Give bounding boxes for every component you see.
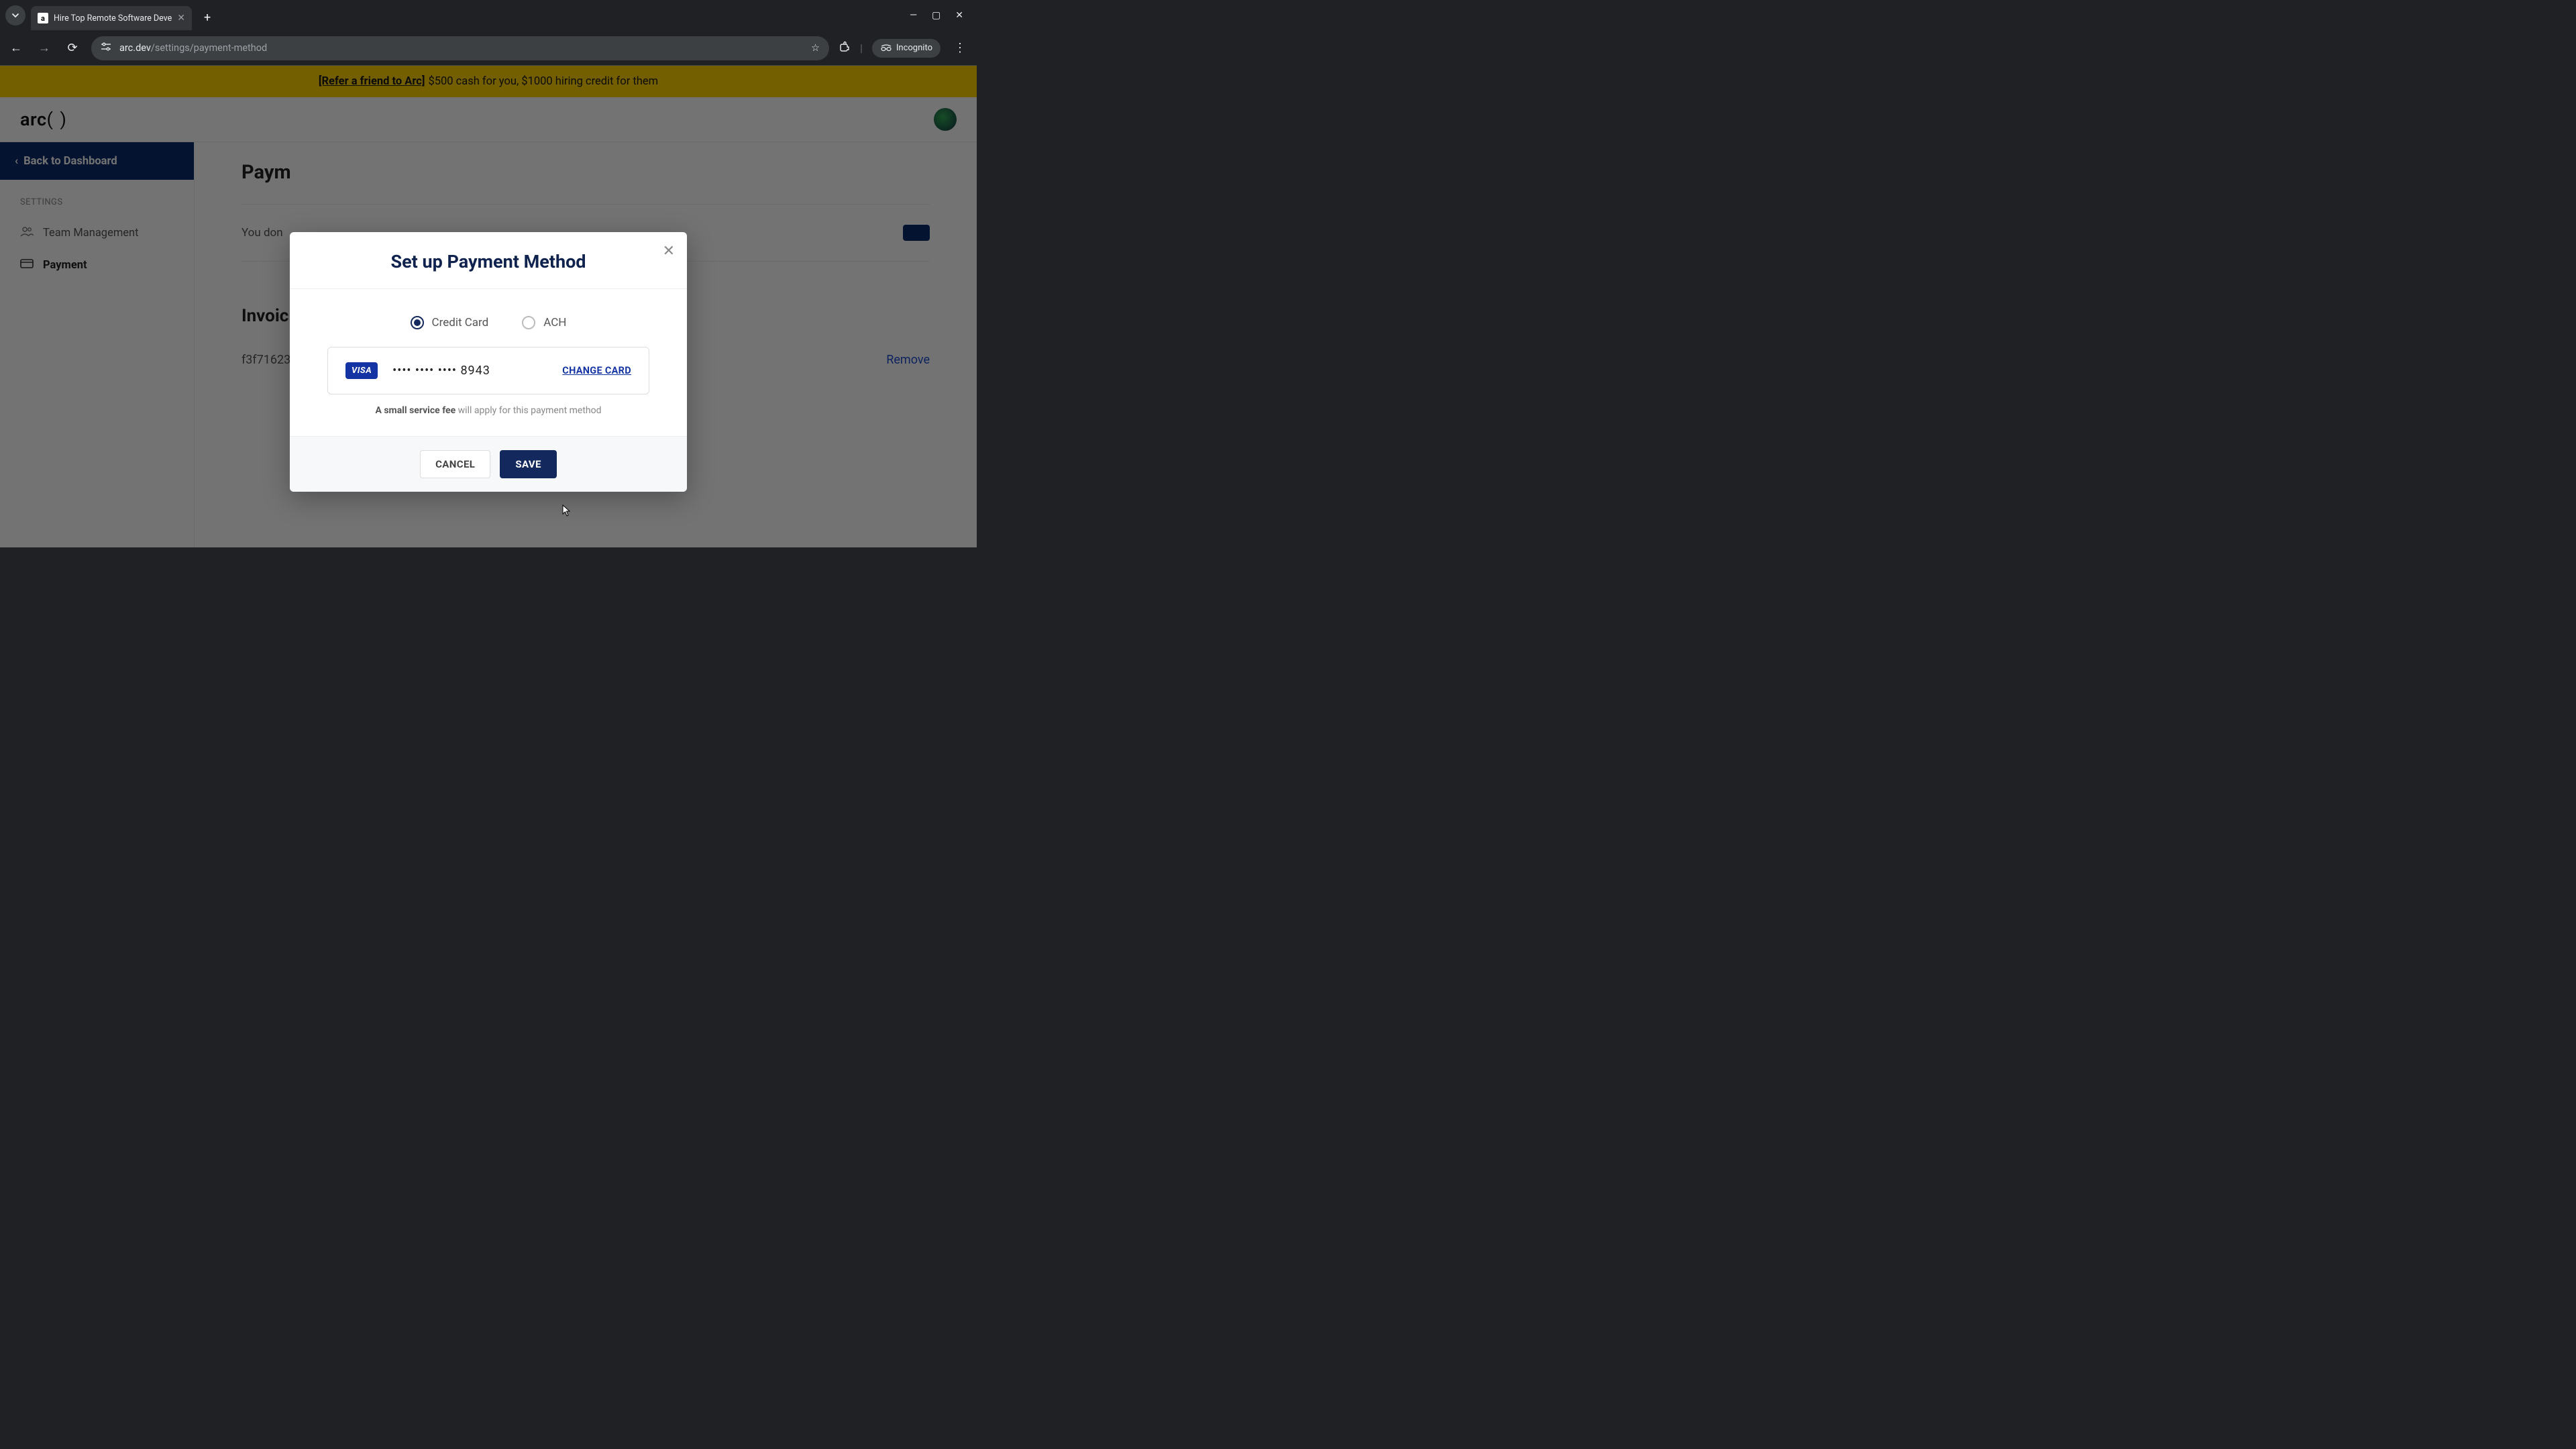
radio-checked-icon [411, 316, 424, 329]
incognito-badge[interactable]: Incognito [872, 39, 941, 58]
browser-tab-strip: a Hire Top Remote Software Deve ✕ + — ▢ … [0, 0, 977, 31]
tab-favicon-icon: a [38, 13, 48, 23]
card-number-masked: •••• •••• •••• 8943 [392, 364, 490, 378]
incognito-label: Incognito [896, 43, 932, 53]
back-button[interactable]: ← [7, 41, 25, 55]
reload-button[interactable]: ⟳ [63, 41, 82, 55]
browser-toolbar: ← → ⟳ arc.dev/settings/payment-method ☆ … [0, 31, 977, 66]
page-viewport: [Refer a friend to Arc] $500 cash for yo… [0, 66, 977, 547]
minimize-icon[interactable]: — [910, 10, 917, 21]
browser-menu-icon[interactable]: ⋮ [950, 41, 970, 55]
address-bar[interactable]: arc.dev/settings/payment-method ☆ [91, 36, 829, 60]
browser-tab[interactable]: a Hire Top Remote Software Deve ✕ [31, 6, 192, 30]
radio-credit-card[interactable]: Credit Card [411, 316, 489, 329]
incognito-icon [880, 42, 892, 54]
change-card-link[interactable]: CHANGE CARD [562, 365, 631, 376]
close-window-icon[interactable]: ✕ [955, 10, 963, 21]
service-fee-note: A small service fee will apply for this … [327, 405, 649, 416]
forward-button[interactable]: → [35, 41, 54, 55]
bookmark-star-icon[interactable]: ☆ [811, 42, 820, 54]
maximize-icon[interactable]: ▢ [932, 10, 941, 21]
close-icon[interactable]: ✕ [663, 243, 675, 260]
tab-title: Hire Top Remote Software Deve [54, 13, 172, 23]
radio-label: ACH [543, 316, 566, 329]
tab-close-icon[interactable]: ✕ [177, 13, 185, 23]
radio-label: Credit Card [432, 316, 489, 329]
modal-title: Set up Payment Method [303, 251, 674, 272]
payment-method-modal: Set up Payment Method ✕ Credit Card ACH … [290, 232, 687, 492]
site-settings-icon[interactable] [101, 42, 111, 54]
visa-badge: VISA [345, 362, 378, 379]
window-controls: — ▢ ✕ [910, 10, 971, 21]
saved-card-box: VISA •••• •••• •••• 8943 CHANGE CARD [327, 347, 649, 394]
cancel-button[interactable]: CANCEL [420, 450, 490, 478]
radio-unchecked-icon [522, 316, 535, 329]
url-text: arc.dev/settings/payment-method [119, 42, 803, 54]
new-tab-button[interactable]: + [204, 11, 211, 25]
radio-ach[interactable]: ACH [522, 316, 566, 329]
tab-search-button[interactable] [5, 5, 25, 25]
extensions-icon[interactable] [839, 41, 851, 56]
save-button[interactable]: SAVE [500, 450, 557, 478]
